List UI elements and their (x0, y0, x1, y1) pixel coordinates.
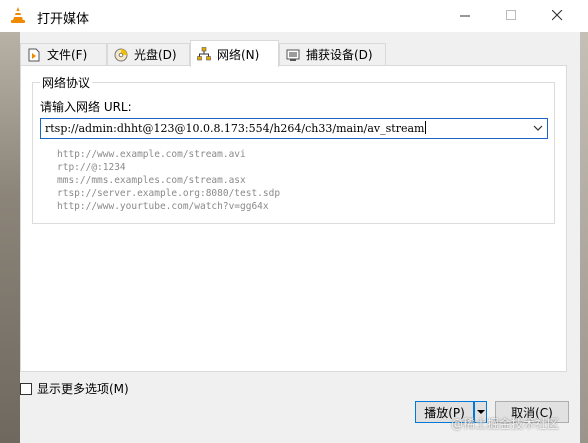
maximize-button[interactable] (488, 0, 534, 31)
group-title: 网络协议 (40, 74, 93, 91)
network-tab-panel: 网络协议 请输入网络 URL: rtsp://admin:dhht@123@10… (20, 65, 567, 372)
example-url: http://www.yourtube.com/watch?v=gg64x (57, 201, 269, 212)
disc-icon (114, 48, 128, 61)
tab-file-label: 文件(F) (47, 48, 88, 62)
url-examples: http://www.example.com/stream.avi rtp://… (57, 148, 280, 213)
background-photo-strip (0, 32, 20, 443)
network-protocol-group: 网络协议 请输入网络 URL: rtsp://admin:dhht@123@10… (32, 74, 555, 224)
example-url: rtp://@:1234 (57, 162, 126, 173)
tab-capture-device-label: 捕获设备(D) (306, 48, 373, 62)
example-url: rtsp://server.example.org:8080/test.sdp (57, 188, 281, 199)
network-icon (197, 47, 211, 61)
tab-network[interactable]: 网络(N) (190, 40, 279, 67)
tab-disc[interactable]: 光盘(D) (107, 43, 190, 65)
window-title: 打开媒体 (37, 12, 90, 27)
minimize-icon (459, 15, 470, 17)
chevron-down-icon[interactable] (532, 122, 544, 134)
title-bar: 打开媒体 (0, 0, 588, 32)
tab-network-label: 网络(N) (217, 47, 260, 62)
close-button[interactable] (534, 0, 580, 31)
tab-capture-device[interactable]: 捕获设备(D) (279, 43, 386, 65)
example-url: mms://mms.examples.com/stream.asx (57, 175, 246, 186)
show-more-options-checkbox[interactable] (20, 382, 32, 395)
url-value: rtsp://admin:dhht@123@10.0.8.173:554/h26… (45, 121, 427, 135)
open-media-dialog: 打开媒体 文件(F) 光盘(D) 网络(N) 捕获设备(D) 网络协议 请输入网… (0, 0, 588, 443)
vlc-cone-icon (11, 7, 25, 23)
capture-device-icon (286, 49, 300, 61)
url-value-text: rtsp://admin:dhht@123@10.0.8.173:554/h26… (45, 122, 425, 135)
close-icon (551, 10, 562, 21)
background-photo-strip-right (580, 32, 588, 443)
show-more-options[interactable]: 显示更多选项(M) (20, 380, 129, 397)
url-label: 请输入网络 URL: (40, 100, 132, 114)
tab-file[interactable]: 文件(F) (20, 43, 107, 65)
show-more-options-label: 显示更多选项(M) (37, 382, 129, 396)
text-caret (425, 121, 427, 134)
watermark: @稀土掘金技术社区 (451, 417, 560, 431)
tab-disc-label: 光盘(D) (134, 48, 177, 62)
file-icon (28, 48, 40, 61)
example-url: http://www.example.com/stream.avi (57, 149, 246, 160)
maximize-icon (505, 10, 516, 20)
minimize-button[interactable] (442, 0, 488, 31)
tab-bar: 文件(F) 光盘(D) 网络(N) 捕获设备(D) (20, 40, 580, 67)
network-url-input[interactable]: rtsp://admin:dhht@123@10.0.8.173:554/h26… (40, 118, 548, 139)
